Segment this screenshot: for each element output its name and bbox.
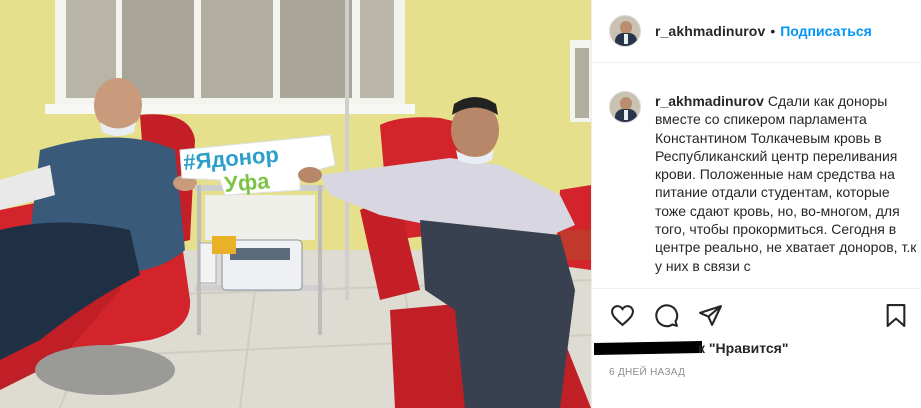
follow-button[interactable]: Подписаться	[780, 23, 872, 39]
caption: r_akhmadinurov Сдали как доноры вместе с…	[655, 92, 917, 288]
window-right-pane	[575, 48, 589, 118]
radiator	[205, 195, 315, 240]
window-pane-4	[280, 0, 352, 98]
action-bar: к "Нравится" 6 ДНЕЙ НАЗАД	[592, 288, 921, 394]
caption-username[interactable]: r_akhmadinurov	[655, 93, 764, 109]
window-pane-2	[122, 0, 194, 98]
heart-icon[interactable]	[610, 303, 635, 328]
caption-text: Сдали как доноры вместе со спикером парл…	[655, 93, 917, 274]
comment-icon[interactable]	[654, 303, 679, 328]
caption-area: r_akhmadinurov Сдали как доноры вместе с…	[592, 76, 921, 288]
separator-dot: •	[770, 23, 776, 39]
right-man-hand	[298, 167, 322, 183]
likes-row: к "Нравится"	[592, 338, 921, 360]
iv-pole	[345, 0, 349, 300]
paper-plane-icon[interactable]	[698, 303, 723, 328]
post-photo[interactable]: #Ядонор Уфа	[0, 0, 591, 408]
post-header: r_akhmadinurov • Подписаться	[592, 0, 921, 63]
yellow-bin	[212, 236, 236, 254]
header-username[interactable]: r_akhmadinurov	[655, 23, 765, 39]
caption-avatar[interactable]	[609, 91, 641, 123]
photo-scene: #Ядонор Уфа	[0, 0, 591, 408]
avatar[interactable]	[609, 15, 641, 47]
post-panel: r_akhmadinurov • Подписаться r_akhmadinu…	[591, 0, 921, 408]
bookmark-icon[interactable]	[885, 303, 907, 328]
sign-text-2: Уфа	[223, 168, 271, 197]
cart-leg-2	[318, 185, 322, 335]
redaction-bar	[594, 341, 702, 355]
blood-mixer-display	[230, 248, 290, 260]
left-chair-base	[35, 345, 175, 395]
likes-text[interactable]: к "Нравится"	[698, 340, 788, 356]
post-date[interactable]: 6 ДНЕЙ НАЗАД	[609, 367, 685, 378]
window-pane-3	[201, 0, 273, 98]
window-pane-5	[360, 0, 394, 98]
